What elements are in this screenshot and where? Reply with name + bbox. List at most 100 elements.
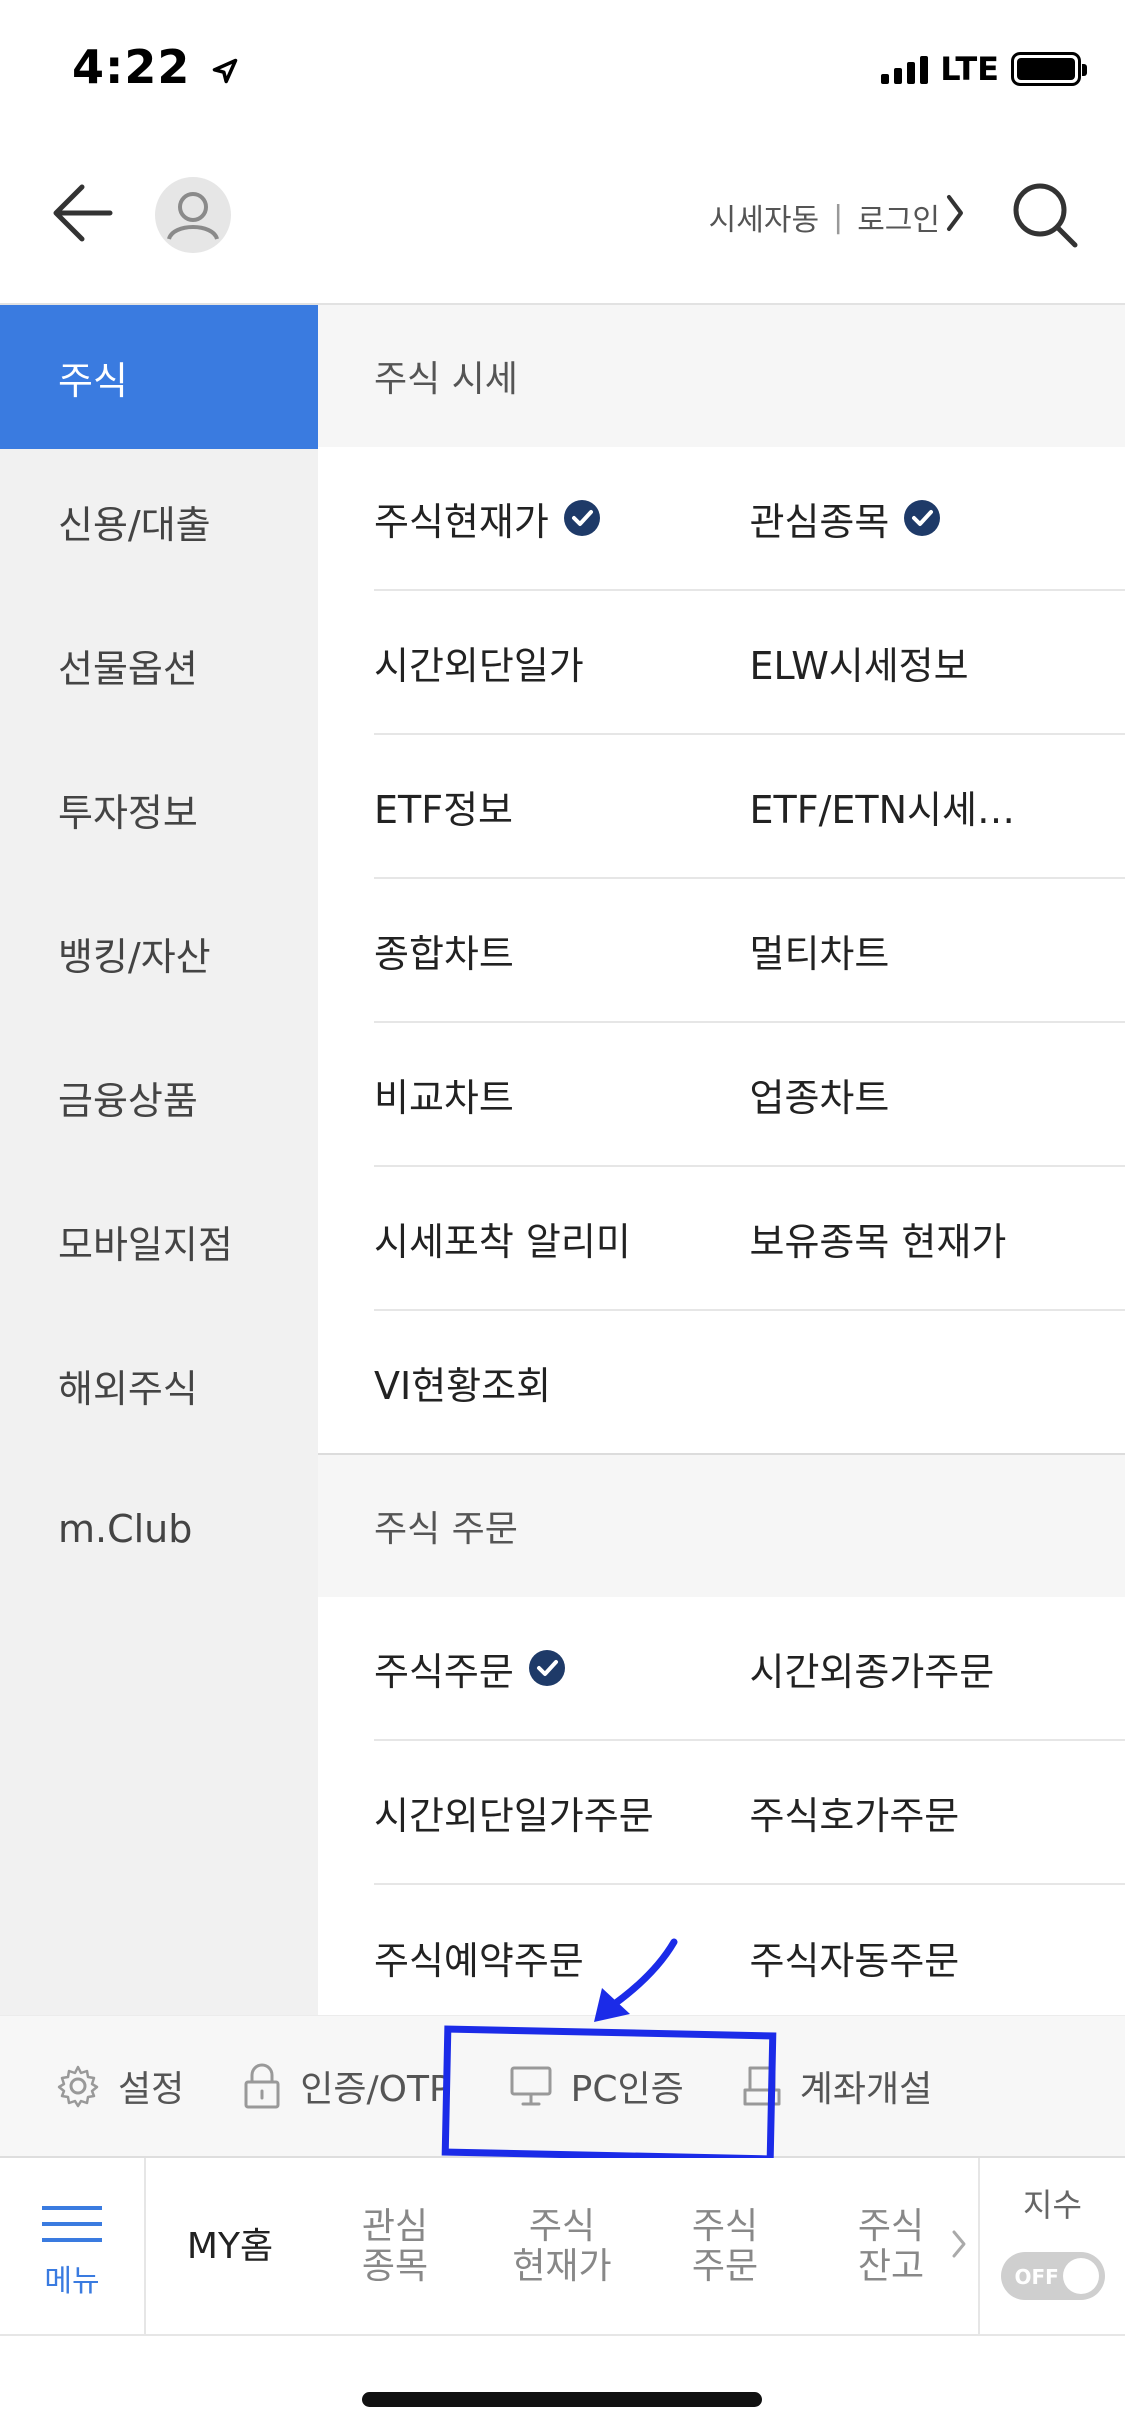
sidebar-item-label: 모바일지점 [58,1222,233,1267]
menu-item-label: 보유종목 현재가 [749,1219,1007,1264]
annotation-highlight-box [441,2025,777,2163]
tab-my-home[interactable]: MY홈 [150,2158,310,2336]
tab-label-line1: 주식 [691,2206,759,2248]
menu-item-label: 시간외종가주문 [749,1649,995,1694]
app-header: 시세자동 | 로그인 [0,135,1125,305]
menu-item-reserved-order[interactable]: 주식예약주문 [374,1885,750,2015]
category-sidebar: 주식 신용/대출 선물옵션 투자정보 뱅킹/자산 금융상품 모바일지점 해외주식… [0,305,318,2015]
menu-item-label: VI현황조회 [374,1363,552,1408]
menu-item-price-alert[interactable]: 시세포착 알리미 [374,1167,750,1309]
toggle-knob [1062,2258,1099,2294]
sidebar-item-futures-options[interactable]: 선물옵션 [0,593,318,737]
menu-item-label: ETF/ETN시세… [749,787,1015,832]
check-badge-icon [563,500,600,536]
section-title: 주식 시세 [374,359,518,400]
menu-row: 주식현재가 관심종목 [374,447,1125,591]
tab-label-line2: 잔고 [857,2246,925,2287]
auth-otp-button[interactable]: 인증/OTP [242,2060,451,2112]
check-badge-icon [528,1650,565,1686]
network-type: LTE [940,50,999,88]
menu-row: 시간외단일가주문 주식호가주문 [374,1741,1125,1885]
menu-item-label: 종합차트 [374,931,514,976]
tab-stock-order[interactable]: 주식 주문 [650,2158,800,2336]
index-toggle-area: 지수 OFF [978,2158,1125,2336]
section-header-stock-quotes: 주식 시세 [318,305,1125,447]
avatar[interactable] [155,177,231,253]
menu-item-label: 관심종목 [749,499,890,544]
menu-item-label: 시세포착 알리미 [374,1219,631,1264]
sidebar-item-overseas-stocks[interactable]: 해외주식 [0,1313,318,1457]
menu-item-after-hours-single-price[interactable]: 시간외단일가 [374,591,750,733]
sidebar-item-credit-loan[interactable]: 신용/대출 [0,449,318,593]
chevron-right-icon[interactable] [950,2224,968,2264]
menu-item-multi-chart[interactable]: 멀티차트 [750,879,1125,1021]
menu-item-comparison-chart[interactable]: 비교차트 [374,1023,750,1165]
menu-item-label: 업종차트 [749,1075,890,1120]
sidebar-item-investment-info[interactable]: 투자정보 [0,737,318,881]
cellular-signal-icon [881,54,929,84]
menu-item-label: 주식호가주문 [749,1793,960,1838]
sidebar-item-financial-products[interactable]: 금융상품 [0,1025,318,1169]
sidebar-item-mclub[interactable]: m.Club [0,1457,318,1601]
menu-item-auto-order[interactable]: 주식자동주문 [750,1885,1125,2015]
annotation-arrow-icon [594,1938,678,2022]
status-bar: 4:22 LTE [0,0,1125,135]
search-icon[interactable] [1009,179,1081,251]
sidebar-item-stocks[interactable]: 주식 [0,305,318,449]
tab-label-line2: 종목 [361,2246,429,2287]
menu-item-label: 주식주문 [374,1649,514,1694]
menu-item-composite-chart[interactable]: 종합차트 [374,879,750,1021]
menu-item-watchlist[interactable]: 관심종목 [750,447,1125,589]
menu-item-stock-order[interactable]: 주식주문 [374,1597,750,1739]
chevron-right-icon[interactable] [945,191,965,235]
sidebar-item-label: 금융상품 [58,1078,198,1123]
menu-item-etf-info[interactable]: ETF정보 [374,735,750,877]
menu-item-vi-status[interactable]: VI현황조회 [374,1311,764,1453]
menu-item-label: 시간외단일가주문 [374,1793,654,1838]
sidebar-item-label: 투자정보 [58,790,198,835]
hamburger-icon [42,2194,102,2254]
menu-item-stock-quote-order[interactable]: 주식호가주문 [750,1741,1125,1883]
menu-row: 시세포착 알리미 보유종목 현재가 [374,1167,1125,1311]
tab-watchlist[interactable]: 관심 종목 [320,2158,470,2336]
login-link[interactable]: 로그인 [857,195,940,239]
menu-content: 주식 시세 주식현재가 관심종목 시간외단일가 ELW시세정보 ETF정보 ET… [318,305,1125,2015]
section-title: 주식 주문 [374,1509,518,1550]
tab-label-line1: 주식 [857,2206,925,2248]
settings-label: 설정 [118,2069,185,2110]
menu-item-elw-quotes[interactable]: ELW시세정보 [750,591,1125,733]
quote-auto-link[interactable]: 시세자동 [709,195,819,239]
menu-button[interactable]: 메뉴 [0,2158,146,2336]
header-separator: | [833,199,844,235]
tab-stock-balance[interactable]: 주식 잔고 [816,2158,966,2336]
sidebar-item-banking-assets[interactable]: 뱅킹/자산 [0,881,318,1025]
menu-item-stock-current-price[interactable]: 주식현재가 [374,447,750,589]
header-links: 시세자동 | 로그인 [709,195,940,239]
menu-item-label: 멀티차트 [749,931,890,976]
sidebar-item-mobile-branch[interactable]: 모바일지점 [0,1169,318,1313]
open-account-label: 계좌개설 [799,2069,933,2110]
status-time: 4:22 [72,40,239,94]
menu-item-label: 주식자동주문 [749,1938,960,1983]
home-indicator [362,2392,762,2407]
menu-item-holdings-current-price[interactable]: 보유종목 현재가 [750,1167,1125,1309]
menu-item-etf-etn-quotes[interactable]: ETF/ETN시세… [750,735,1125,877]
status-time-text: 4:22 [72,40,191,94]
sidebar-item-label: 선물옵션 [58,646,198,691]
tab-label-line2: 주문 [691,2246,759,2287]
menu-item-after-hours-closing-order[interactable]: 시간외종가주문 [750,1597,1125,1739]
status-indicators: LTE [881,50,1087,88]
lock-icon [244,2063,280,2109]
back-arrow-icon[interactable] [48,173,118,253]
index-toggle[interactable]: OFF [1000,2252,1105,2300]
menu-item-label: 시간외단일가 [374,643,584,688]
battery-icon [1011,52,1087,86]
auth-otp-label: 인증/OTP [300,2069,451,2110]
tab-stock-current-price[interactable]: 주식 현재가 [482,2158,642,2336]
user-icon [167,192,219,240]
menu-item-after-hours-single-order[interactable]: 시간외단일가주문 [374,1741,750,1883]
check-badge-icon [904,500,941,536]
menu-row: VI현황조회 [318,1311,1125,1455]
menu-item-sector-chart[interactable]: 업종차트 [750,1023,1125,1165]
settings-button[interactable]: 설정 [56,2060,184,2112]
